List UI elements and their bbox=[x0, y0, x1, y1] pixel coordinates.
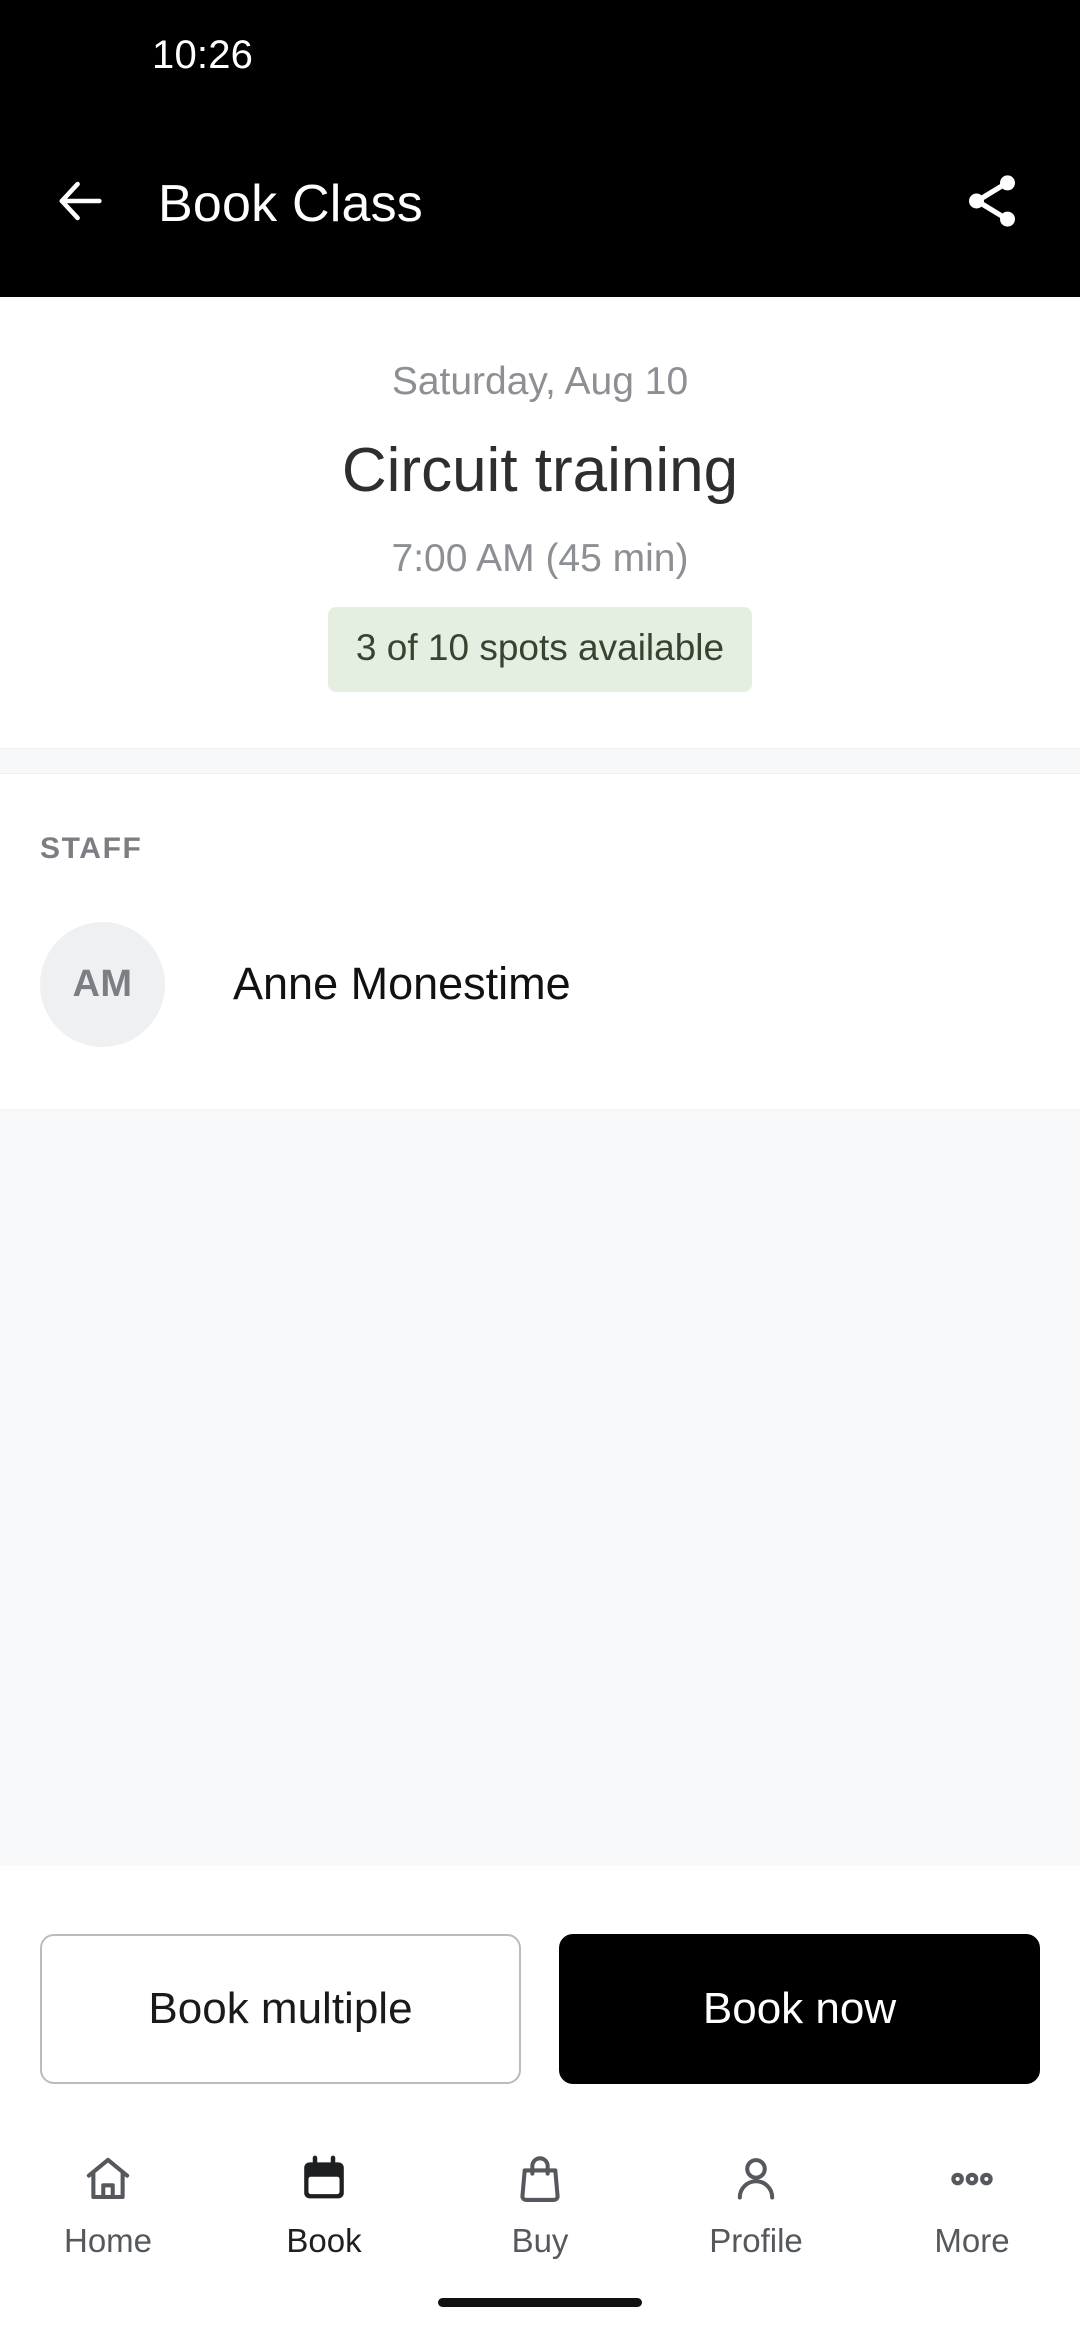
spots-available-badge: 3 of 10 spots available bbox=[327, 606, 753, 692]
status-bar-clock: 10:26 bbox=[152, 32, 254, 77]
nav-item-more[interactable]: More bbox=[864, 2138, 1080, 2292]
section-divider bbox=[0, 747, 1080, 774]
nav-label-more: More bbox=[934, 2222, 1010, 2259]
nav-label-book: Book bbox=[286, 2222, 362, 2259]
staff-name: Anne Monestime bbox=[233, 958, 571, 1010]
nav-item-book[interactable]: Book bbox=[216, 2138, 432, 2292]
class-summary-section: Saturday, Aug 10 Circuit training 7:00 A… bbox=[0, 297, 1080, 748]
class-time-duration: 7:00 AM (45 min) bbox=[391, 537, 689, 581]
home-icon bbox=[77, 2148, 139, 2210]
page-title: Book Class bbox=[158, 174, 423, 233]
class-date: Saturday, Aug 10 bbox=[391, 360, 689, 403]
bottom-navigation: Home Book Buy Profile More bbox=[0, 2124, 1080, 2292]
avatar-initials: AM bbox=[72, 962, 133, 1005]
app-bar: Book Class bbox=[0, 110, 1080, 297]
class-name: Circuit training bbox=[341, 435, 739, 505]
nav-item-buy[interactable]: Buy bbox=[432, 2138, 648, 2292]
person-icon bbox=[725, 2148, 787, 2210]
back-button[interactable] bbox=[42, 166, 118, 242]
nav-item-home[interactable]: Home bbox=[0, 2138, 216, 2292]
home-indicator-area bbox=[0, 2292, 1080, 2340]
avatar: AM bbox=[40, 921, 165, 1047]
status-bar: 10:26 bbox=[0, 0, 1080, 110]
nav-label-profile: Profile bbox=[709, 2222, 803, 2259]
bag-icon bbox=[509, 2148, 571, 2210]
home-indicator[interactable] bbox=[438, 2298, 642, 2307]
nav-label-buy: Buy bbox=[511, 2222, 569, 2259]
staff-list-item[interactable]: AM Anne Monestime bbox=[40, 921, 1040, 1109]
share-button[interactable] bbox=[952, 164, 1032, 244]
footer-action-bar: Book multiple Book now bbox=[0, 1866, 1080, 2124]
app-screen: 10:26 Book Class Saturday, Aug 10 Circui… bbox=[0, 0, 1080, 2340]
book-multiple-button[interactable]: Book multiple bbox=[40, 1934, 521, 2084]
staff-section-label: STAFF bbox=[40, 831, 143, 865]
calendar-icon bbox=[293, 2148, 355, 2210]
content-filler-area bbox=[0, 1108, 1080, 1866]
nav-item-profile[interactable]: Profile bbox=[648, 2138, 864, 2292]
book-now-button[interactable]: Book now bbox=[559, 1934, 1040, 2084]
share-icon bbox=[961, 170, 1023, 237]
arrow-left-icon bbox=[51, 172, 109, 235]
dots-icon bbox=[941, 2148, 1003, 2210]
staff-section: STAFF AM Anne Monestime bbox=[0, 773, 1080, 1109]
nav-label-home: Home bbox=[63, 2222, 153, 2259]
